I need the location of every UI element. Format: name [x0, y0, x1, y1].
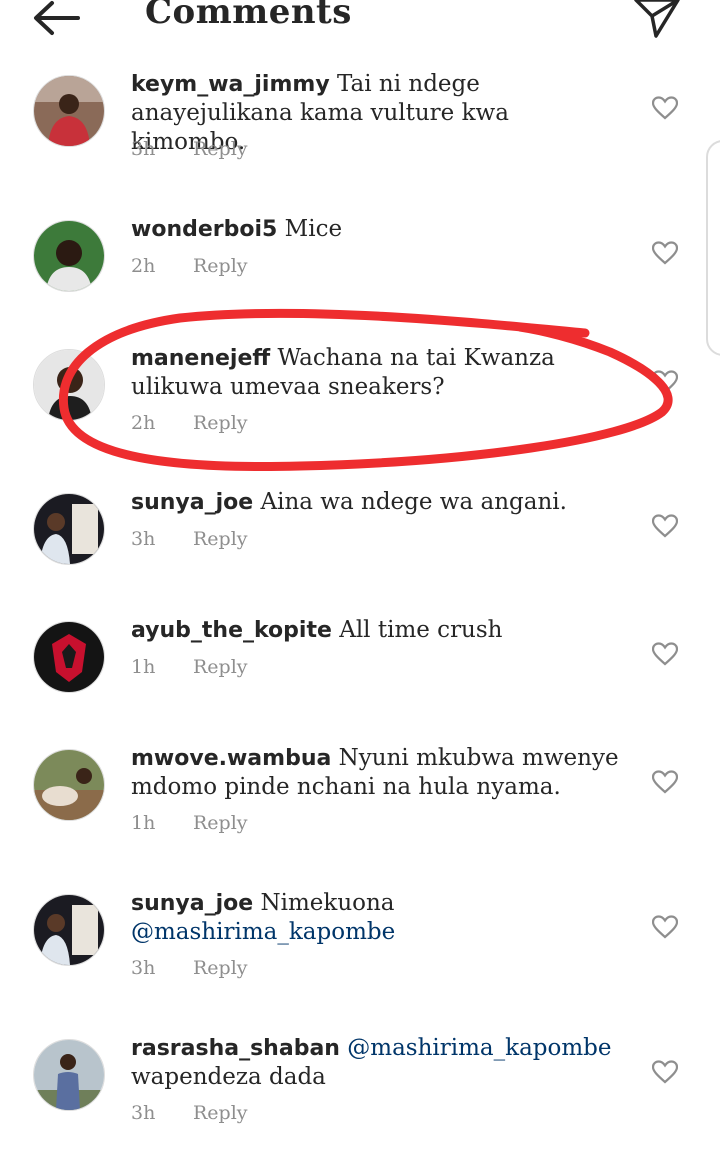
avatar[interactable] — [33, 349, 105, 421]
comment-username[interactable]: sunya_joe — [131, 490, 253, 515]
comment-time: 3h — [131, 528, 156, 550]
reply-button[interactable]: Reply — [193, 1102, 248, 1124]
comment-text: rasrasha_shaban @mashirima_kapombe wapen… — [131, 1034, 621, 1092]
comment-username[interactable]: ayub_the_kopite — [131, 618, 332, 643]
comment-time: 1h — [131, 656, 156, 678]
comment-time: 3h — [131, 138, 156, 160]
like-heart-icon[interactable] — [652, 1060, 678, 1084]
like-heart-icon[interactable] — [652, 370, 678, 394]
avatar[interactable] — [33, 894, 105, 966]
avatar[interactable] — [33, 749, 105, 821]
avatar[interactable] — [33, 75, 105, 147]
like-heart-icon[interactable] — [652, 96, 678, 120]
like-heart-icon[interactable] — [652, 642, 678, 666]
back-arrow-icon[interactable] — [30, 0, 82, 40]
comment-mention-link[interactable]: @mashirima_kapombe — [131, 919, 395, 945]
like-heart-icon[interactable] — [652, 241, 678, 265]
comment-item: sunya_joe Aina wa ndege wa angani. 3h Re… — [0, 483, 720, 603]
comment-item: keym_wa_jimmy Tai ni ndege anayejulikana… — [0, 65, 720, 185]
comment-meta: 3h Reply — [131, 957, 248, 979]
comment-time: 1h — [131, 812, 156, 834]
like-heart-icon[interactable] — [652, 514, 678, 538]
comment-time: 3h — [131, 1102, 156, 1124]
comment-time: 3h — [131, 957, 156, 979]
comment-message: wapendeza dada — [131, 1064, 326, 1090]
comment-meta: 1h Reply — [131, 812, 248, 834]
like-heart-icon[interactable] — [652, 770, 678, 794]
comment-text: manenejeff Wachana na tai Kwanza ulikuwa… — [131, 344, 621, 402]
avatar[interactable] — [33, 493, 105, 565]
comment-text: ayub_the_kopite All time crush — [131, 616, 621, 645]
comment-meta: 3h Reply — [131, 138, 248, 160]
comment-meta: 3h Reply — [131, 528, 248, 550]
reply-button[interactable]: Reply — [193, 528, 248, 550]
comment-item: sunya_joe Nimekuona @mashirima_kapombe 3… — [0, 884, 720, 1004]
comment-message: Nimekuona — [260, 890, 395, 916]
comment-text: mwove.wambua Nyuni mkubwa mwenye mdomo p… — [131, 744, 621, 802]
comment-text: sunya_joe Aina wa ndege wa angani. — [131, 488, 621, 517]
comment-item: ayub_the_kopite All time crush 1h Reply — [0, 611, 720, 731]
comment-username[interactable]: keym_wa_jimmy — [131, 72, 330, 97]
comment-username[interactable]: rasrasha_shaban — [131, 1036, 340, 1061]
reply-button[interactable]: Reply — [193, 138, 248, 160]
like-heart-icon[interactable] — [652, 915, 678, 939]
reply-button[interactable]: Reply — [193, 957, 248, 979]
comment-username[interactable]: wonderboi5 — [131, 217, 277, 242]
avatar[interactable] — [33, 621, 105, 693]
comment-meta: 3h Reply — [131, 1102, 248, 1124]
comment-item: rasrasha_shaban @mashirima_kapombe wapen… — [0, 1029, 720, 1149]
reply-button[interactable]: Reply — [193, 255, 248, 277]
comment-meta: 2h Reply — [131, 412, 248, 434]
comment-username[interactable]: mwove.wambua — [131, 746, 331, 771]
comment-meta: 2h Reply — [131, 255, 248, 277]
comment-username[interactable]: manenejeff — [131, 346, 270, 371]
reply-button[interactable]: Reply — [193, 412, 248, 434]
reply-button[interactable]: Reply — [193, 812, 248, 834]
reply-button[interactable]: Reply — [193, 656, 248, 678]
avatar[interactable] — [33, 1039, 105, 1111]
avatar[interactable] — [33, 220, 105, 292]
page-title: Comments — [145, 0, 352, 32]
comment-item: mwove.wambua Nyuni mkubwa mwenye mdomo p… — [0, 739, 720, 859]
comment-meta: 1h Reply — [131, 656, 248, 678]
comment-item: manenejeff Wachana na tai Kwanza ulikuwa… — [0, 339, 720, 459]
comment-time: 2h — [131, 412, 156, 434]
comment-message: Aina wa ndege wa angani. — [260, 489, 567, 515]
send-icon[interactable] — [632, 0, 682, 42]
comment-message: Mice — [284, 216, 343, 242]
comment-text: sunya_joe Nimekuona @mashirima_kapombe — [131, 889, 621, 947]
comment-mention-link[interactable]: @mashirima_kapombe — [347, 1035, 611, 1061]
comment-message: All time crush — [339, 617, 503, 643]
comment-item: wonderboi5 Mice 2h Reply — [0, 210, 720, 330]
comment-text: wonderboi5 Mice — [131, 215, 621, 244]
comment-username[interactable]: sunya_joe — [131, 891, 253, 916]
header-bar: Comments — [0, 0, 720, 50]
comment-time: 2h — [131, 255, 156, 277]
